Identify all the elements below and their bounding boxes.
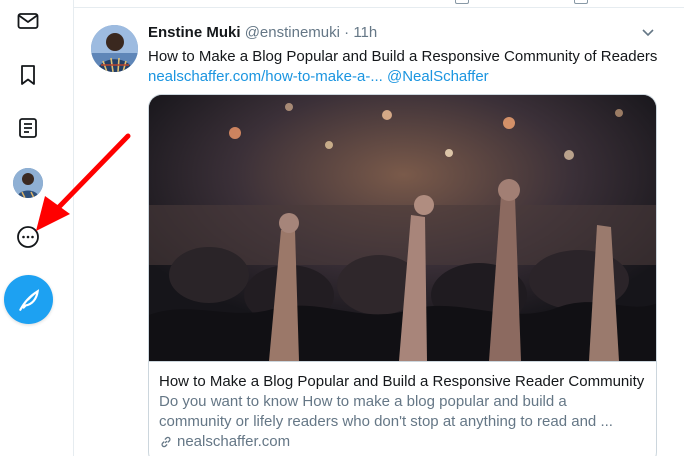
link-icon <box>161 436 171 448</box>
card-description-line-1: Do you want to know How to make a blog p… <box>159 393 567 410</box>
lists-icon[interactable] <box>12 112 44 144</box>
analytics-icon[interactable] <box>574 0 588 4</box>
messages-icon[interactable] <box>12 5 44 37</box>
tweet-link[interactable]: nealschaffer.com/how-to-make-a-... <box>148 68 383 85</box>
header-separator: · <box>344 24 350 41</box>
tweet-text: How to Make a Blog Popular and Build a R… <box>148 47 668 87</box>
card-body: How to Make a Blog Popular and Build a R… <box>149 361 656 456</box>
tweet-header: Enstine Muki @enstinemuki · 11h <box>148 24 377 41</box>
previous-tweet-actions <box>74 0 684 8</box>
sidebar-nav <box>0 0 74 456</box>
compose-tweet-button[interactable] <box>4 275 53 324</box>
tweet-mention[interactable]: @NealSchaffer <box>387 68 489 85</box>
profile-avatar[interactable] <box>13 168 43 198</box>
tweet-author-avatar[interactable] <box>91 25 138 72</box>
chevron-down-icon[interactable] <box>640 24 656 40</box>
timeline: Enstine Muki @enstinemuki · 11h How to M… <box>74 0 684 456</box>
card-image <box>149 95 656 361</box>
card-description-line-2: community or lifely readers who don't st… <box>159 413 613 430</box>
more-options-icon[interactable] <box>12 221 44 253</box>
card-domain-text: nealschaffer.com <box>177 433 291 450</box>
tweet-time[interactable]: 11h <box>353 24 377 41</box>
author-handle[interactable]: @enstinemuki <box>245 24 340 41</box>
share-icon[interactable] <box>455 0 469 4</box>
feather-icon <box>18 288 39 311</box>
tweet-text-body: How to Make a Blog Popular and Build a R… <box>148 48 658 65</box>
link-preview-card[interactable]: How to Make a Blog Popular and Build a R… <box>148 94 657 456</box>
card-domain: nealschaffer.com <box>159 432 648 452</box>
card-title: How to Make a Blog Popular and Build a R… <box>159 373 645 390</box>
bookmark-icon[interactable] <box>12 59 44 91</box>
author-name[interactable]: Enstine Muki <box>148 24 241 41</box>
